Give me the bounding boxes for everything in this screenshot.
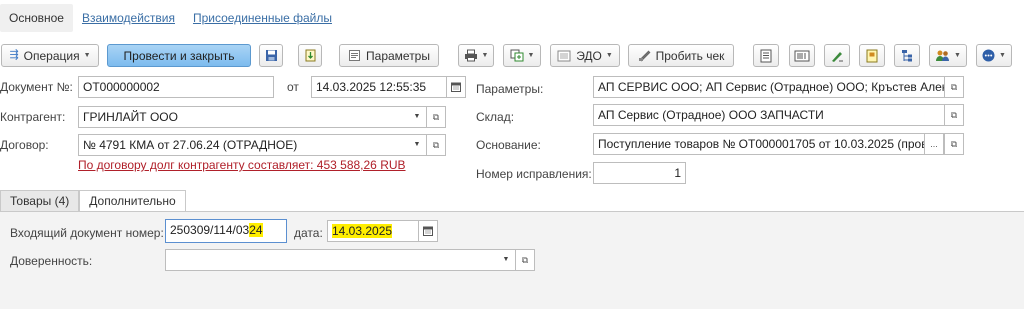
params-label: Параметры: [476,82,544,96]
post-icon [305,49,315,62]
contract-field[interactable]: № 4791 КМА от 27.06.24 (ОТРАДНОЕ) ▼ [78,134,427,156]
print-icon [464,49,477,62]
top-tabs: Основное Взаимодействия Присоединенные ф… [0,4,341,32]
basis-field[interactable]: Поступление товаров № ОТ000001705 от 10.… [593,133,925,155]
save-button[interactable] [259,44,283,67]
calendar-icon [423,226,433,236]
report-button[interactable] [753,44,779,67]
open-icon: ⧉ [950,138,958,149]
params-field[interactable]: АП СЕРВИС ООО; АП Сервис (Отрадное) ООО;… [593,76,945,98]
chevron-down-icon: ▼ [999,52,1006,59]
users-button[interactable]: ▼ [929,44,967,67]
tab-additional[interactable]: Дополнительно [79,190,186,212]
sign-icon [832,51,843,62]
basis-open-button[interactable]: ⧉ [944,133,964,155]
calendar-button[interactable] [446,76,466,98]
contractor-field[interactable]: ГРИНЛАЙТ ООО ▼ [78,106,427,128]
post-and-close-button[interactable]: Провести и закрыть [107,44,251,67]
calendar-icon [451,82,461,92]
receipt-icon [638,50,651,62]
chevron-down-icon[interactable]: ▼ [408,107,426,127]
warehouse-open-button[interactable]: ⧉ [944,104,964,126]
chevron-down-icon: ▼ [605,52,613,59]
proxy-field[interactable]: ▼ [165,249,516,271]
contractor-label: Контрагент: [0,110,66,124]
doc-date-field[interactable]: 14.03.2025 12:55:35 [311,76,447,98]
incoming-doc-field[interactable]: 250309/114/0324 [165,219,287,243]
chevron-down-icon: ▼ [527,52,535,59]
chevron-down-icon: ▼ [954,52,961,59]
open-icon: ⧉ [521,254,529,265]
report-icon [760,49,772,62]
from-label: от [287,80,299,94]
contract-value: № 4791 КМА от 27.06.24 (ОТРАДНОЕ) [83,138,298,152]
subtabs: Товары (4) Дополнительно [0,190,186,212]
basis-label: Основание: [476,138,541,152]
warehouse-label: Склад: [476,110,515,124]
debt-link[interactable]: По договору долг контрагенту составляет:… [78,158,406,172]
contract-open-button[interactable]: ⧉ [426,134,446,156]
incoming-doc-label: Входящий документ номер: [10,226,164,240]
tab-attached-files[interactable]: Присоединенные файлы [184,4,341,32]
params-open-button[interactable]: ⧉ [944,76,964,98]
save-icon [265,50,277,61]
operation-icon: ⇶ [9,49,19,61]
sign-button[interactable] [824,44,850,67]
print-receipt-button[interactable]: Пробить чек [628,44,734,67]
parameters-button[interactable]: Параметры [339,44,439,67]
contractor-open-button[interactable]: ⧉ [426,106,446,128]
tab-main[interactable]: Основное [0,4,73,32]
incoming-calendar-button[interactable] [418,220,438,242]
incoming-date-field[interactable]: 14.03.2025 [327,220,419,242]
barcode-icon [794,50,810,61]
date-label: дата: [294,226,323,240]
structure-icon [902,49,912,61]
proxy-open-button[interactable]: ⧉ [515,249,535,271]
chevron-down-icon[interactable]: ▼ [497,250,515,270]
post-button[interactable] [298,44,322,67]
more-button[interactable]: ▼ [976,44,1012,67]
structure-button[interactable] [894,44,920,67]
tab-goods[interactable]: Товары (4) [0,190,80,212]
basis-select-button[interactable]: ... [924,133,944,155]
open-icon: ⧉ [432,111,440,122]
operation-button[interactable]: ⇶ Операция ▼ [1,44,99,67]
edo-button[interactable]: ЭДО ▼ [550,44,620,67]
barcode-button[interactable] [789,44,815,67]
create-based-icon [510,49,524,62]
open-icon: ⧉ [950,109,958,120]
note-icon [866,49,878,62]
edo-icon [557,50,571,61]
users-icon [936,50,950,61]
doc-number-label: Документ №: [0,80,73,94]
fix-number-label: Номер исправления: [476,167,592,181]
chevron-down-icon[interactable]: ▼ [408,135,426,155]
contractor-value: ГРИНЛАЙТ ООО [83,110,178,124]
chevron-down-icon: ▼ [481,52,489,59]
params-icon [349,50,361,61]
doc-number-field[interactable]: ОТ000000002 [78,76,274,98]
more-icon [982,49,995,62]
chevron-down-icon: ▼ [83,52,91,59]
note-button[interactable] [859,44,885,67]
print-button[interactable]: ▼ [458,44,494,67]
proxy-label: Доверенность: [10,254,93,268]
open-icon: ⧉ [950,81,958,92]
fix-number-field[interactable]: 1 [593,162,686,184]
create-based-on-button[interactable]: ▼ [503,44,541,67]
open-icon: ⧉ [432,139,440,150]
toolbar: ⇶ Операция ▼ Провести и закрыть Параметр… [0,44,1024,68]
contract-label: Договор: [0,138,49,152]
warehouse-field[interactable]: АП Сервис (Отрадное) ООО ЗАПЧАСТИ [593,104,945,126]
tab-interactions[interactable]: Взаимодействия [73,4,184,32]
